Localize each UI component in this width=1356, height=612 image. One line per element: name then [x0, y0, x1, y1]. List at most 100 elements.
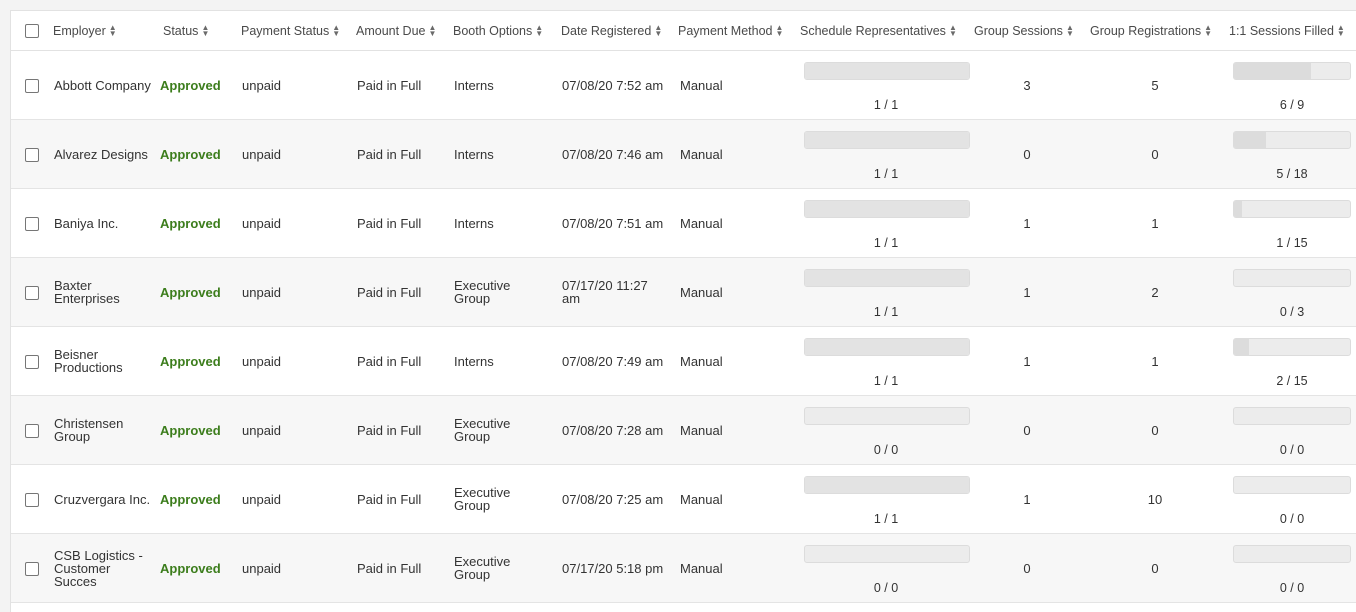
table-row[interactable]: Beisner Productions Approved unpaid Paid…	[11, 326, 1356, 396]
status-badge: Approved	[160, 284, 221, 300]
amount-due-value: Paid in Full	[357, 284, 422, 300]
group-sessions-cell: 1	[969, 257, 1085, 327]
status-badge: Approved	[160, 215, 221, 231]
amount-due-value: Paid in Full	[357, 560, 422, 576]
status-cell: Approved	[160, 533, 236, 603]
payment-method-value: Manual	[680, 422, 723, 438]
col-employer[interactable]: Employer ▲ ▼	[47, 11, 160, 51]
sort-icon: ▲ ▼	[1065, 23, 1074, 39]
employer-link[interactable]: CSB Logistics - Customer Succes	[47, 549, 160, 588]
sort-icon: ▲ ▼	[1336, 23, 1345, 39]
table-row[interactable]: Christensen Group Approved unpaid Paid i…	[11, 395, 1356, 465]
booth-options-value: Executive Group	[454, 485, 511, 513]
amount-due-value: Paid in Full	[357, 422, 422, 438]
one-on-one-progress-bar	[1233, 338, 1351, 356]
amount-due-cell: Paid in Full	[351, 188, 448, 258]
sort-icon: ▲ ▼	[428, 23, 437, 39]
date-registered-cell: 07/08/20 7:52 am	[556, 50, 674, 120]
employer-cell: Beisner Productions	[47, 326, 160, 396]
date-registered-cell: 07/08/20 7:28 am	[556, 395, 674, 465]
status-badge: Approved	[160, 491, 221, 507]
one-on-one-count: 0 / 0	[1279, 512, 1305, 526]
select-all-checkbox[interactable]	[25, 23, 39, 38]
date-registered-value: 07/08/20 7:25 am	[562, 491, 664, 507]
row-checkbox[interactable]	[25, 285, 39, 300]
group-registrations-cell: 1	[1085, 188, 1225, 258]
payment-method-cell: Manual	[674, 533, 796, 603]
group-sessions-value: 0	[1023, 422, 1031, 438]
status-cell: Approved	[160, 119, 236, 189]
amount-due-cell: Paid in Full	[351, 257, 448, 327]
group-registrations-cell: 0	[1085, 119, 1225, 189]
row-select-cell	[11, 533, 47, 603]
payment-method-cell: Manual	[674, 326, 796, 396]
header-row: Employer ▲ ▼ Status ▲ ▼ Payment Status ▲ ▼ Amo…	[11, 11, 1356, 51]
table-row[interactable]: Alvarez Designs Approved unpaid Paid in …	[11, 119, 1356, 189]
employer-link[interactable]: Baniya Inc.	[47, 217, 160, 230]
date-registered-value: 07/17/20 11:27 am	[562, 278, 648, 306]
date-registered-cell: 07/17/20 11:27 am	[556, 257, 674, 327]
representatives-progress-fill	[805, 270, 969, 286]
one-on-one-count: 6 / 9	[1279, 98, 1305, 112]
row-checkbox[interactable]	[25, 492, 39, 507]
table-row[interactable]: Baxter Enterprises Approved unpaid Paid …	[11, 257, 1356, 327]
row-checkbox[interactable]	[25, 423, 39, 438]
row-checkbox[interactable]	[25, 216, 39, 231]
payment-method-value: Manual	[680, 215, 723, 231]
amount-due-value: Paid in Full	[357, 77, 422, 93]
group-registrations-cell: 10	[1085, 464, 1225, 534]
schedule-representatives-cell: 0 / 0	[796, 533, 970, 603]
amount-due-value: Paid in Full	[357, 491, 422, 507]
col-group-sessions[interactable]: Group Sessions ▲ ▼	[969, 11, 1085, 51]
group-sessions-cell: 0	[969, 395, 1085, 465]
col-schedule-representatives[interactable]: Schedule Representatives ▲ ▼	[796, 11, 969, 51]
employer-link[interactable]: Alvarez Designs	[47, 148, 160, 161]
sort-icon: ▲ ▼	[948, 23, 957, 39]
col-booth-options[interactable]: Booth Options ▲ ▼	[448, 11, 556, 51]
booth-options-value: Executive Group	[454, 416, 511, 444]
sort-icon: ▲ ▼	[332, 23, 341, 39]
representatives-progress-fill	[805, 339, 969, 355]
row-checkbox[interactable]	[25, 78, 39, 93]
employer-link[interactable]: Cruzvergara Inc.	[47, 493, 160, 506]
one-on-one-sessions-cell: 2 / 15	[1225, 326, 1356, 396]
employer-link[interactable]: Beisner Productions	[47, 348, 160, 374]
group-registrations-value: 2	[1151, 284, 1159, 300]
table-row[interactable]: CSB Logistics - Customer Succes Approved…	[11, 533, 1356, 603]
employer-cell: Abbott Company	[47, 50, 160, 120]
amount-due-cell: Paid in Full	[351, 533, 448, 603]
group-sessions-value: 1	[1023, 284, 1031, 300]
amount-due-cell: Paid in Full	[351, 119, 448, 189]
booth-options-value: Interns	[454, 353, 494, 369]
payment-method-value: Manual	[680, 284, 723, 300]
row-checkbox[interactable]	[25, 354, 39, 369]
row-checkbox[interactable]	[25, 147, 39, 162]
col-amount-due[interactable]: Amount Due ▲ ▼	[351, 11, 448, 51]
representatives-progress-bar	[804, 269, 970, 287]
representatives-progress-bar	[804, 407, 970, 425]
row-checkbox[interactable]	[25, 561, 39, 576]
employer-link[interactable]: Abbott Company	[47, 79, 160, 92]
col-one-on-one-sessions-filled[interactable]: 1:1 Sessions Filled ▲ ▼	[1225, 11, 1356, 51]
col-payment-status[interactable]: Payment Status ▲ ▼	[236, 11, 351, 51]
payment-status-cell: unpaid	[236, 395, 351, 465]
employer-link[interactable]: Christensen Group	[47, 417, 160, 443]
col-status[interactable]: Status ▲ ▼	[160, 11, 236, 51]
one-on-one-count: 2 / 15	[1276, 374, 1308, 388]
one-on-one-progress-bar	[1233, 200, 1351, 218]
row-select-cell	[11, 395, 47, 465]
table-row[interactable]: Abbott Company Approved unpaid Paid in F…	[11, 50, 1356, 120]
table-row[interactable]: Baniya Inc. Approved unpaid Paid in Full…	[11, 188, 1356, 258]
col-group-registrations[interactable]: Group Registrations ▲ ▼	[1085, 11, 1225, 51]
employer-cell: Cruzvergara Inc.	[47, 464, 160, 534]
date-registered-value: 07/17/20 5:18 pm	[562, 560, 664, 576]
employer-link[interactable]: Baxter Enterprises	[47, 279, 160, 305]
col-payment-method[interactable]: Payment Method ▲ ▼	[674, 11, 796, 51]
col-date-registered[interactable]: Date Registered ▲ ▼	[556, 11, 674, 51]
group-registrations-value: 5	[1151, 77, 1159, 93]
table-row[interactable]: Cruzvergara Inc. Approved unpaid Paid in…	[11, 464, 1356, 534]
group-registrations-value: 1	[1151, 353, 1159, 369]
date-registered-cell: 07/08/20 7:51 am	[556, 188, 674, 258]
schedule-representatives-cell: 0 / 0	[796, 395, 970, 465]
representatives-count: 1 / 1	[873, 512, 899, 526]
